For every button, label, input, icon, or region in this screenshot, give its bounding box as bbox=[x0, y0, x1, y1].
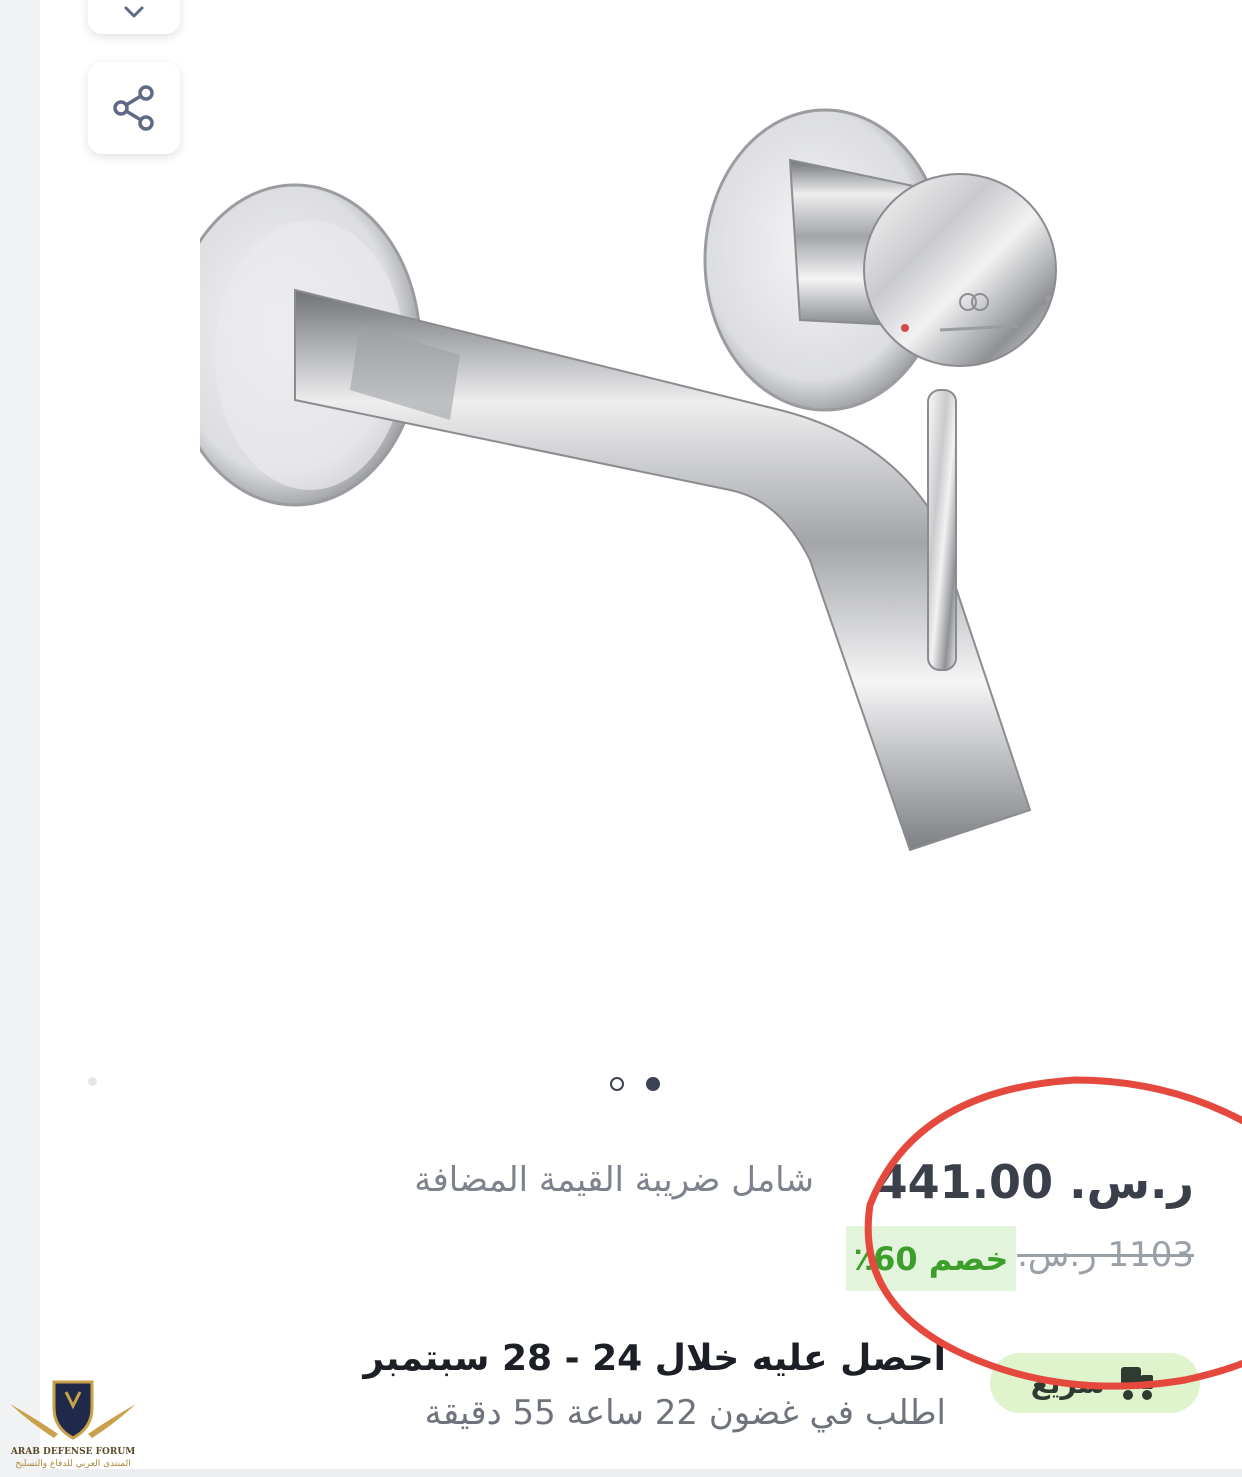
share-button[interactable] bbox=[88, 62, 180, 154]
watermark-text-ar: المنتدى العربي للدفاع والتسليح bbox=[15, 1459, 131, 1469]
original-price: 1103 ر.س. bbox=[1017, 1235, 1194, 1275]
truck-icon bbox=[1121, 1367, 1154, 1400]
delivery-estimate: احصل عليه خلال 24 - 28 سبتمبر bbox=[363, 1338, 946, 1379]
bottom-divider bbox=[40, 1469, 1242, 1477]
vat-note: شامل ضريبة القيمة المضافة bbox=[414, 1160, 814, 1200]
carousel-pagination bbox=[610, 1077, 660, 1091]
wishlist-button[interactable] bbox=[88, 0, 180, 34]
product-image[interactable] bbox=[200, 90, 1100, 890]
express-label: سريع bbox=[1030, 1366, 1106, 1400]
carousel-dot-active[interactable] bbox=[646, 1077, 660, 1091]
watermark-text-en: ARAB DEFENSE FORUM bbox=[10, 1447, 136, 1457]
edge-indicator bbox=[88, 1077, 97, 1086]
discount-badge: خصم 60٪ bbox=[846, 1226, 1016, 1291]
current-price: ر.س. 441.00 bbox=[875, 1155, 1194, 1209]
order-countdown: اطلب في غضون 22 ساعة 55 دقيقة bbox=[424, 1393, 946, 1433]
carousel-dot[interactable] bbox=[610, 1077, 624, 1091]
express-badge: سريع bbox=[990, 1353, 1200, 1413]
chevron-down-icon bbox=[124, 6, 144, 18]
share-icon bbox=[113, 85, 154, 131]
